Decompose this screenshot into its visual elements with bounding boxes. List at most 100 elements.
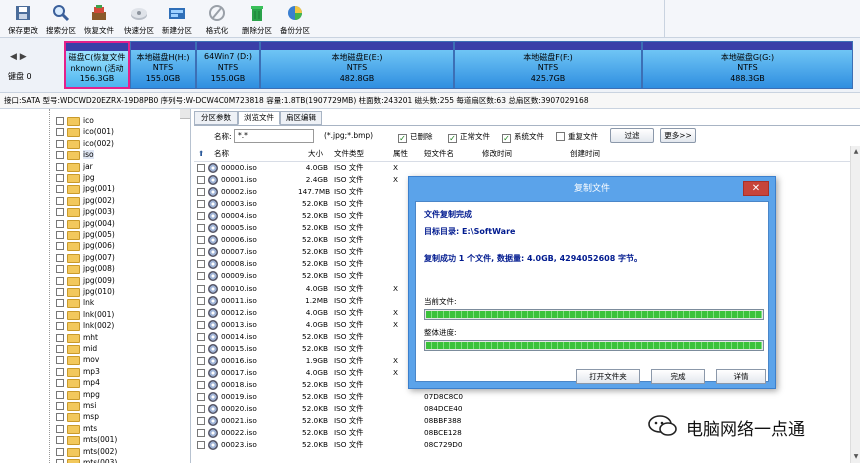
filter-button[interactable]: 过滤	[610, 128, 654, 143]
col-type[interactable]: 文件类型	[334, 146, 364, 161]
row-checkbox[interactable]	[197, 176, 205, 185]
col-short-name[interactable]: 短文件名	[424, 146, 454, 161]
partition-c[interactable]: 磁盘C(恢复文件 nknown (活动 156.3GB	[64, 41, 130, 89]
tree-checkbox[interactable]	[56, 139, 64, 148]
tree-checkbox[interactable]	[56, 242, 64, 251]
name-filter-input[interactable]: *.*	[234, 129, 314, 143]
tree-checkbox[interactable]	[56, 367, 64, 376]
tree-checkbox[interactable]	[56, 390, 64, 399]
col-attr[interactable]: 属性	[393, 146, 408, 161]
row-checkbox[interactable]	[197, 332, 205, 341]
row-checkbox[interactable]	[197, 164, 205, 172]
backup-partition-button[interactable]: 备份分区	[274, 2, 316, 36]
row-checkbox[interactable]	[197, 429, 205, 438]
partition-f[interactable]: 本地磁盘F(F:) NTFS 425.7GB	[454, 41, 642, 89]
row-checkbox[interactable]	[197, 405, 205, 413]
tree-checkbox[interactable]	[56, 162, 64, 171]
delete-partition-button[interactable]: 删除分区	[236, 2, 278, 36]
tree-checkbox[interactable]	[56, 299, 64, 308]
partition-h[interactable]: 本地磁盘H(H:) NTFS 155.0GB	[130, 41, 196, 89]
scroll-down-arrow[interactable]: ▼	[852, 453, 860, 461]
save-changes-button[interactable]: 保存更改	[2, 2, 44, 36]
details-button[interactable]: 详情	[716, 369, 766, 384]
tree-checkbox[interactable]	[56, 253, 64, 262]
normal-files-checkbox[interactable]: ✓ 正常文件	[448, 131, 490, 143]
tree-checkbox[interactable]	[56, 356, 64, 365]
done-button[interactable]: 完成	[651, 369, 705, 384]
tree-checkbox[interactable]	[56, 231, 64, 239]
tab-browse-files[interactable]: 浏览文件	[238, 111, 280, 125]
tree-checkbox[interactable]	[56, 413, 64, 422]
new-partition-button[interactable]: 新建分区	[156, 2, 198, 36]
row-checkbox[interactable]	[197, 308, 205, 317]
row-checkbox[interactable]	[197, 212, 205, 221]
col-size[interactable]: 大小	[308, 146, 323, 161]
row-checkbox[interactable]	[197, 392, 205, 401]
tree-checkbox[interactable]	[56, 447, 64, 456]
tree-checkbox[interactable]	[56, 333, 64, 342]
row-checkbox[interactable]	[197, 236, 205, 245]
tree-checkbox[interactable]	[56, 310, 64, 319]
row-checkbox[interactable]	[197, 260, 205, 269]
tree-checkbox[interactable]	[56, 265, 64, 274]
row-checkbox[interactable]	[197, 380, 205, 389]
file-row[interactable]: 00019.iso 52.0KB ISO 文件 07D8C8C0	[194, 391, 850, 403]
row-checkbox[interactable]	[197, 320, 205, 329]
partition-e[interactable]: 本地磁盘E(E:) NTFS 482.8GB	[260, 41, 454, 89]
tree-checkbox[interactable]	[56, 436, 64, 445]
row-checkbox[interactable]	[197, 368, 205, 377]
open-folder-button[interactable]: 打开文件夹	[576, 369, 640, 384]
partition-d[interactable]: 64Win7 (D:) NTFS 155.0GB	[196, 41, 260, 89]
tree-checkbox[interactable]	[56, 174, 64, 182]
row-checkbox[interactable]	[197, 200, 205, 209]
tree-checkbox[interactable]	[56, 276, 64, 285]
quick-partition-button[interactable]: 快速分区	[118, 2, 160, 36]
deleted-checkbox[interactable]: ✓ 已删除	[398, 131, 433, 143]
tree-folder-label: ico(002)	[83, 138, 114, 148]
row-checkbox[interactable]	[197, 296, 205, 305]
tree-checkbox[interactable]	[56, 322, 64, 331]
tree-checkbox[interactable]	[56, 379, 64, 388]
tree-checkbox[interactable]	[56, 151, 64, 160]
tree-checkbox[interactable]	[56, 288, 64, 296]
row-checkbox[interactable]	[197, 356, 205, 365]
tree-checkbox[interactable]	[56, 128, 64, 137]
dialog-close-button[interactable]: ✕	[743, 181, 769, 196]
row-checkbox[interactable]	[197, 272, 205, 281]
tree-scroll-up[interactable]	[180, 109, 190, 119]
col-modified[interactable]: 修改时间	[482, 146, 512, 161]
system-files-checkbox[interactable]: ✓ 系统文件	[502, 131, 544, 143]
format-button[interactable]: 格式化	[196, 2, 238, 36]
tab-partition-params[interactable]: 分区参数	[194, 111, 238, 125]
scroll-up-arrow[interactable]: ▲	[852, 148, 860, 156]
tab-sector-editor[interactable]: 扇区编辑	[280, 111, 322, 125]
row-checkbox[interactable]	[197, 248, 205, 257]
file-row[interactable]: 00000.iso 4.0GB ISO 文件 X	[194, 162, 850, 174]
tree-checkbox[interactable]	[56, 117, 64, 125]
tree-checkbox[interactable]	[56, 424, 64, 433]
row-checkbox[interactable]	[197, 224, 205, 233]
search-partition-button[interactable]: 搜索分区	[40, 2, 82, 36]
tree-checkbox[interactable]	[56, 196, 64, 205]
more-button[interactable]: 更多>>	[660, 128, 696, 143]
up-folder-icon[interactable]: ⬆	[198, 146, 204, 161]
row-checkbox[interactable]	[197, 441, 205, 450]
tree-checkbox[interactable]	[56, 459, 64, 463]
tree-checkbox[interactable]	[56, 345, 64, 353]
partition-g[interactable]: 本地磁盘G(G:) NTFS 488.3GB	[642, 41, 853, 89]
duplicate-files-checkbox[interactable]: 重复文件	[556, 131, 598, 142]
row-checkbox[interactable]	[197, 344, 205, 353]
recover-files-button[interactable]: 恢复文件	[78, 2, 120, 36]
tree-checkbox[interactable]	[56, 185, 64, 194]
tree-checkbox[interactable]	[56, 219, 64, 228]
partition-name: 64Win7 (D:)	[204, 52, 252, 61]
tree-checkbox[interactable]	[56, 402, 64, 410]
row-checkbox[interactable]	[197, 417, 205, 426]
row-checkbox[interactable]	[197, 284, 205, 293]
tree-checkbox[interactable]	[56, 208, 64, 217]
disk-nav-arrows[interactable]: ◀ ▶	[10, 52, 27, 62]
checkbox-label: 已删除	[410, 132, 433, 141]
col-created[interactable]: 创建时间	[570, 146, 600, 161]
row-checkbox[interactable]	[197, 188, 205, 197]
col-name[interactable]: 名称	[214, 146, 229, 161]
